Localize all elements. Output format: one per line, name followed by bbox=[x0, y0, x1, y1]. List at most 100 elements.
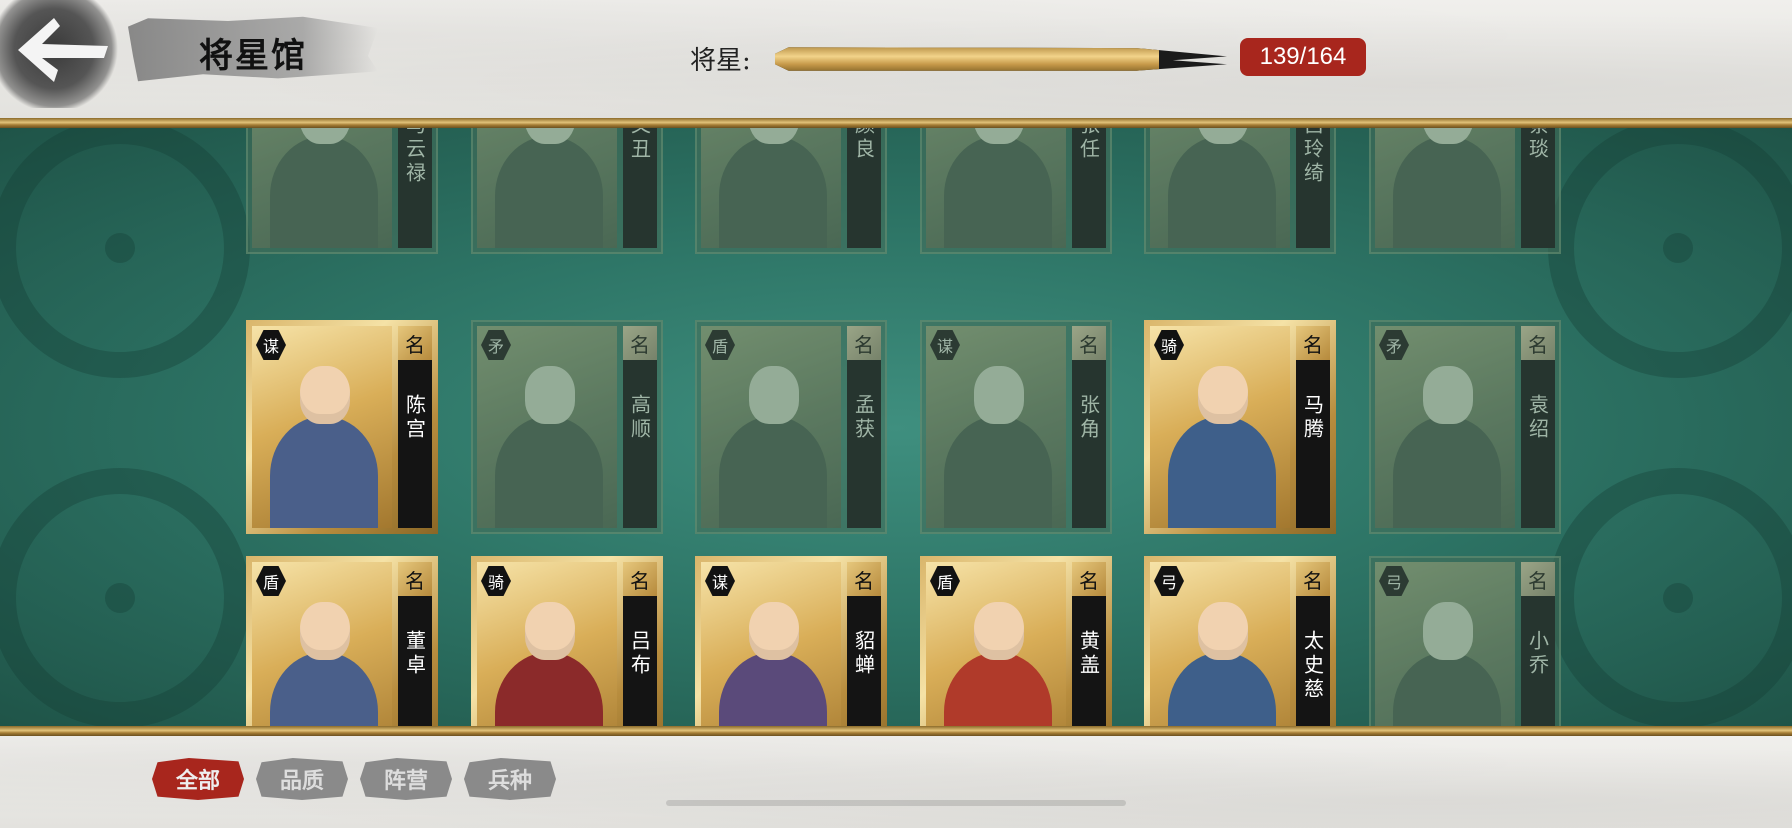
hero-card[interactable]: 名蔡琰 bbox=[1369, 128, 1561, 254]
hero-figure bbox=[495, 592, 603, 728]
hero-card[interactable]: 名吕玲绮 bbox=[1144, 128, 1336, 254]
hero-name: 张任 bbox=[1076, 128, 1101, 162]
figure-body bbox=[944, 416, 1052, 528]
hero-name: 蔡琰 bbox=[1525, 128, 1550, 162]
hero-figure bbox=[719, 356, 827, 528]
hero-card[interactable]: 名张任 bbox=[920, 128, 1112, 254]
hero-collection-board[interactable]: 名马云禄名文丑名颜良名张任名吕玲绮名蔡琰名陈宫谋名高顺矛名孟获盾名张角谋名马腾骑… bbox=[0, 128, 1792, 728]
hero-portrait bbox=[701, 128, 841, 248]
page-title: 将星馆 bbox=[199, 36, 307, 76]
figure-body bbox=[1168, 416, 1276, 528]
hero-name: 黄盖 bbox=[1076, 630, 1101, 678]
hero-name: 孟获 bbox=[851, 394, 876, 442]
figure-head bbox=[300, 602, 350, 660]
figure-body bbox=[495, 136, 603, 248]
hero-name: 张角 bbox=[1076, 394, 1101, 442]
figure-body bbox=[1393, 136, 1501, 248]
ming-badge: 名 bbox=[1296, 326, 1330, 360]
hero-name: 马云禄 bbox=[402, 128, 427, 186]
hero-card[interactable]: 名太史慈弓 bbox=[1144, 556, 1336, 728]
figure-head bbox=[1198, 366, 1248, 424]
ming-badge: 名 bbox=[398, 326, 432, 360]
filter-tab-quality[interactable]: 品质 bbox=[256, 758, 348, 800]
tiger-medallion bbox=[1548, 128, 1792, 378]
hero-portrait bbox=[477, 128, 617, 248]
figure-body bbox=[1393, 416, 1501, 528]
figure-head bbox=[749, 366, 799, 424]
figure-body bbox=[495, 652, 603, 728]
ming-badge: 名 bbox=[1072, 326, 1106, 360]
figure-head bbox=[1198, 602, 1248, 660]
hero-portrait bbox=[1375, 128, 1515, 248]
figure-head bbox=[300, 128, 350, 144]
hero-card[interactable]: 名董卓盾 bbox=[246, 556, 438, 728]
filter-tab-faction[interactable]: 阵营 bbox=[360, 758, 452, 800]
figure-body bbox=[270, 136, 378, 248]
hero-name: 吕布 bbox=[627, 630, 652, 678]
ming-badge: 名 bbox=[1521, 326, 1555, 360]
progress-count-badge: 139/164 bbox=[1240, 38, 1366, 76]
hero-card[interactable]: 名貂蝉谋 bbox=[695, 556, 887, 728]
bottom-gold-border bbox=[0, 726, 1792, 736]
figure-head bbox=[974, 366, 1024, 424]
ming-badge: 名 bbox=[1072, 562, 1106, 596]
ming-badge: 名 bbox=[847, 326, 881, 360]
hero-card[interactable]: 名马云禄 bbox=[246, 128, 438, 254]
filter-tab-all[interactable]: 全部 bbox=[152, 758, 244, 800]
hero-card[interactable]: 名马腾骑 bbox=[1144, 320, 1336, 534]
hero-portrait bbox=[926, 128, 1066, 248]
hero-card[interactable]: 名张角谋 bbox=[920, 320, 1112, 534]
hero-card[interactable]: 名小乔弓 bbox=[1369, 556, 1561, 728]
hero-card[interactable]: 名黄盖盾 bbox=[920, 556, 1112, 728]
hero-figure bbox=[1393, 356, 1501, 528]
hero-figure bbox=[1168, 592, 1276, 728]
hero-figure bbox=[1168, 356, 1276, 528]
figure-head bbox=[525, 128, 575, 144]
figure-head bbox=[1423, 128, 1473, 144]
hero-card[interactable]: 名文丑 bbox=[471, 128, 663, 254]
figure-body bbox=[1168, 652, 1276, 728]
ming-badge: 名 bbox=[847, 562, 881, 596]
phoenix-medallion bbox=[1548, 468, 1792, 728]
hero-name: 太史慈 bbox=[1300, 630, 1325, 702]
hero-name: 吕玲绮 bbox=[1300, 128, 1325, 186]
hero-name: 貂蝉 bbox=[851, 630, 876, 678]
hero-name: 董卓 bbox=[402, 630, 427, 678]
figure-body bbox=[1168, 136, 1276, 248]
hero-card[interactable]: 名孟获盾 bbox=[695, 320, 887, 534]
hero-portrait bbox=[252, 128, 392, 248]
ming-badge: 名 bbox=[623, 562, 657, 596]
hero-figure bbox=[719, 128, 827, 248]
figure-head bbox=[1423, 366, 1473, 424]
figure-head bbox=[1198, 128, 1248, 144]
hero-figure bbox=[1168, 128, 1276, 248]
figure-body bbox=[944, 136, 1052, 248]
hero-name: 颜良 bbox=[851, 128, 876, 162]
figure-head bbox=[1423, 602, 1473, 660]
hero-card[interactable]: 名高顺矛 bbox=[471, 320, 663, 534]
back-arrow-icon bbox=[18, 18, 108, 82]
filter-tab-troop[interactable]: 兵种 bbox=[464, 758, 556, 800]
hero-figure bbox=[944, 128, 1052, 248]
hero-figure bbox=[495, 356, 603, 528]
hero-figure bbox=[944, 356, 1052, 528]
ming-badge: 名 bbox=[398, 562, 432, 596]
hero-figure bbox=[270, 592, 378, 728]
progress-fill bbox=[775, 47, 1160, 71]
hero-card[interactable]: 名吕布骑 bbox=[471, 556, 663, 728]
ming-badge: 名 bbox=[1521, 562, 1555, 596]
hero-figure bbox=[270, 128, 378, 248]
hero-figure bbox=[944, 592, 1052, 728]
figure-body bbox=[719, 652, 827, 728]
progress-label: 将星: bbox=[690, 46, 751, 76]
hero-figure bbox=[495, 128, 603, 248]
ming-badge: 名 bbox=[1296, 562, 1330, 596]
hero-figure bbox=[1393, 592, 1501, 728]
top-gold-border bbox=[0, 118, 1792, 128]
hero-card[interactable]: 名颜良 bbox=[695, 128, 887, 254]
back-button[interactable] bbox=[0, 0, 120, 108]
hero-card[interactable]: 名陈宫谋 bbox=[246, 320, 438, 534]
hero-card[interactable]: 名袁绍矛 bbox=[1369, 320, 1561, 534]
hero-name: 高顺 bbox=[627, 394, 652, 442]
figure-body bbox=[495, 416, 603, 528]
